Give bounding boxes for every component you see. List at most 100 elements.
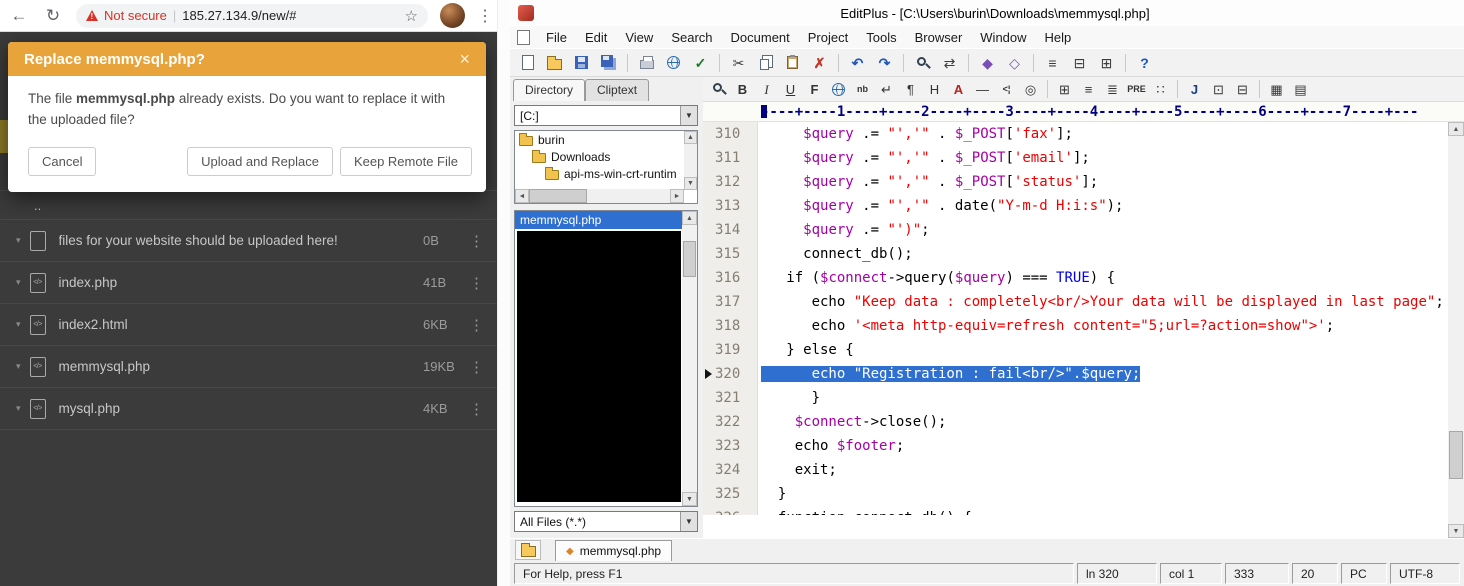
form-icon[interactable]: ⊡	[1207, 79, 1230, 100]
file-list-panel[interactable]: memmysql.php ▲ ▼	[514, 210, 698, 507]
code-text[interactable]: echo '<meta http-equiv=refresh content="…	[758, 314, 1334, 338]
print-icon[interactable]	[634, 51, 659, 74]
tree-vscrollbar[interactable]: ▲ ▼	[684, 131, 697, 190]
tree-item-api-ms-win-crt-runtim[interactable]: api-ms-win-crt-runtim	[515, 165, 697, 182]
file-row[interactable]: ▾</>memmysql.php19KB⋮	[0, 346, 497, 388]
redo-icon[interactable]: ↷	[872, 51, 897, 74]
tree-hscrollbar[interactable]: ◄ ►	[515, 189, 684, 203]
table-grid-icon[interactable]: ▦	[1265, 79, 1288, 100]
tab-directory[interactable]: Directory	[513, 79, 585, 101]
upload-replace-button[interactable]: Upload and Replace	[187, 147, 333, 176]
browser-preview-icon[interactable]	[661, 51, 686, 74]
align-left-icon[interactable]: ≡	[1077, 79, 1100, 100]
pre-icon[interactable]: PRE	[1125, 79, 1148, 100]
target-icon[interactable]: ◎	[1019, 79, 1042, 100]
paste-icon[interactable]	[780, 51, 805, 74]
tree-item-burin[interactable]: burin	[515, 131, 697, 148]
paragraph-icon[interactable]: ¶	[899, 79, 922, 100]
spell-check-icon[interactable]: ✓	[688, 51, 713, 74]
align-center-icon[interactable]: ≣	[1101, 79, 1124, 100]
dropdown-icon[interactable]: ▼	[680, 106, 697, 125]
code-text[interactable]: }	[758, 386, 820, 410]
chevron-down-icon[interactable]: ▾	[16, 277, 21, 288]
code-text[interactable]: echo "Registration : fail<br/>".$query;	[758, 362, 1140, 386]
layout-grid-icon[interactable]: ▤	[1289, 79, 1312, 100]
document-icon[interactable]	[517, 30, 530, 45]
back-icon[interactable]: ←	[8, 6, 30, 26]
chevron-down-icon[interactable]: ▾	[16, 361, 21, 372]
reload-icon[interactable]: ↻	[42, 6, 64, 26]
filelist-scrollbar[interactable]: ▲ ▼	[682, 211, 697, 506]
menu-search[interactable]: Search	[662, 28, 721, 47]
file-row[interactable]: ▾</>mysql.php4KB⋮	[0, 388, 497, 430]
bold-icon[interactable]: B	[731, 79, 754, 100]
menu-view[interactable]: View	[616, 28, 662, 47]
save-icon[interactable]	[569, 51, 594, 74]
cancel-button[interactable]: Cancel	[28, 147, 96, 176]
file-row[interactable]: ▾files for your website should be upload…	[0, 220, 497, 262]
code-text[interactable]: $connect->close();	[758, 410, 946, 434]
code-text[interactable]: $query .= "','" . $_POST['status'];	[758, 170, 1098, 194]
find-icon[interactable]	[910, 51, 935, 74]
drive-select[interactable]: [C:] ▼	[514, 105, 698, 126]
code-text[interactable]: $query .= "')";	[758, 218, 930, 242]
chevron-down-icon[interactable]: ▾	[16, 403, 21, 414]
row-menu-icon[interactable]: ⋮	[469, 358, 481, 376]
code-text[interactable]: exit;	[758, 458, 837, 482]
next-marker-icon[interactable]: ◇	[1002, 51, 1027, 74]
toggle-marker-icon[interactable]: ◆	[975, 51, 1000, 74]
row-menu-icon[interactable]: ⋮	[469, 274, 481, 292]
split-window-icon[interactable]: ⊟	[1067, 51, 1092, 74]
chevron-down-icon[interactable]: ▾	[16, 319, 21, 330]
code-editor[interactable]: 310 $query .= "','" . $_POST['fax'];311 …	[703, 122, 1464, 538]
scroll-up-icon[interactable]: ▲	[682, 211, 697, 225]
file-row[interactable]: ▾</>index.php41B⋮	[0, 262, 497, 304]
row-menu-icon[interactable]: ⋮	[469, 400, 481, 418]
italic-icon[interactable]: I	[755, 79, 778, 100]
undo-icon[interactable]: ↶	[845, 51, 870, 74]
address-bar[interactable]: ! Not secure | 185.27.134.9/new/# ☆	[76, 4, 428, 28]
line-break-icon[interactable]: ↵	[875, 79, 898, 100]
url-text[interactable]: 185.27.134.9/new/#	[182, 8, 296, 23]
code-text[interactable]: function connect_db() {	[758, 506, 972, 515]
scrollbar-thumb[interactable]	[529, 189, 587, 203]
profile-avatar[interactable]	[440, 3, 465, 28]
scroll-down-icon[interactable]: ▼	[1448, 524, 1464, 538]
tag-icon[interactable]: <¦	[995, 79, 1018, 100]
file-row[interactable]: ..	[0, 191, 497, 220]
browser-menu-icon[interactable]: ⋮	[477, 6, 489, 26]
code-text[interactable]: $query .= "','" . $_POST['email'];	[758, 146, 1090, 170]
save-all-icon[interactable]	[596, 51, 621, 74]
globe-icon[interactable]	[827, 79, 850, 100]
scroll-left-icon[interactable]: ◄	[515, 189, 529, 203]
document-tab[interactable]: ◆ memmysql.php	[555, 540, 672, 561]
code-text[interactable]: }	[758, 482, 786, 506]
heading-icon[interactable]: H	[923, 79, 946, 100]
tree-item-Downloads[interactable]: Downloads	[515, 148, 697, 165]
document-list-icon[interactable]: ≡	[1040, 51, 1065, 74]
hr-icon[interactable]: —	[971, 79, 994, 100]
menu-tools[interactable]: Tools	[857, 28, 905, 47]
folder-button[interactable]	[515, 540, 541, 560]
menu-help[interactable]: Help	[1036, 28, 1081, 47]
scroll-right-icon[interactable]: ►	[670, 189, 684, 203]
code-text[interactable]: if ($connect->query($query) === TRUE) {	[758, 266, 1115, 290]
new-window-icon[interactable]: ⊞	[1094, 51, 1119, 74]
code-scrollbar[interactable]: ▲ ▼	[1448, 122, 1464, 538]
menu-file[interactable]: File	[537, 28, 576, 47]
chevron-down-icon[interactable]: ▾	[16, 235, 21, 246]
file-row[interactable]: ▾</>index2.html6KB⋮	[0, 304, 497, 346]
scroll-up-icon[interactable]: ▲	[684, 131, 697, 144]
code-text[interactable]: connect_db();	[758, 242, 913, 266]
menu-browser[interactable]: Browser	[906, 28, 972, 47]
scroll-down-icon[interactable]: ▼	[682, 492, 697, 506]
table-icon[interactable]: ⊞	[1053, 79, 1076, 100]
font-color-icon[interactable]: A	[947, 79, 970, 100]
open-file-icon[interactable]	[542, 51, 567, 74]
dropdown-icon[interactable]: ▼	[680, 512, 697, 531]
cut-icon[interactable]: ✂	[726, 51, 751, 74]
scroll-down-icon[interactable]: ▼	[684, 177, 697, 190]
code-text[interactable]: $query .= "','" . date("Y-m-d H:i:s");	[758, 194, 1123, 218]
tab-cliptext[interactable]: Cliptext	[585, 79, 649, 101]
row-menu-icon[interactable]: ⋮	[469, 232, 481, 250]
